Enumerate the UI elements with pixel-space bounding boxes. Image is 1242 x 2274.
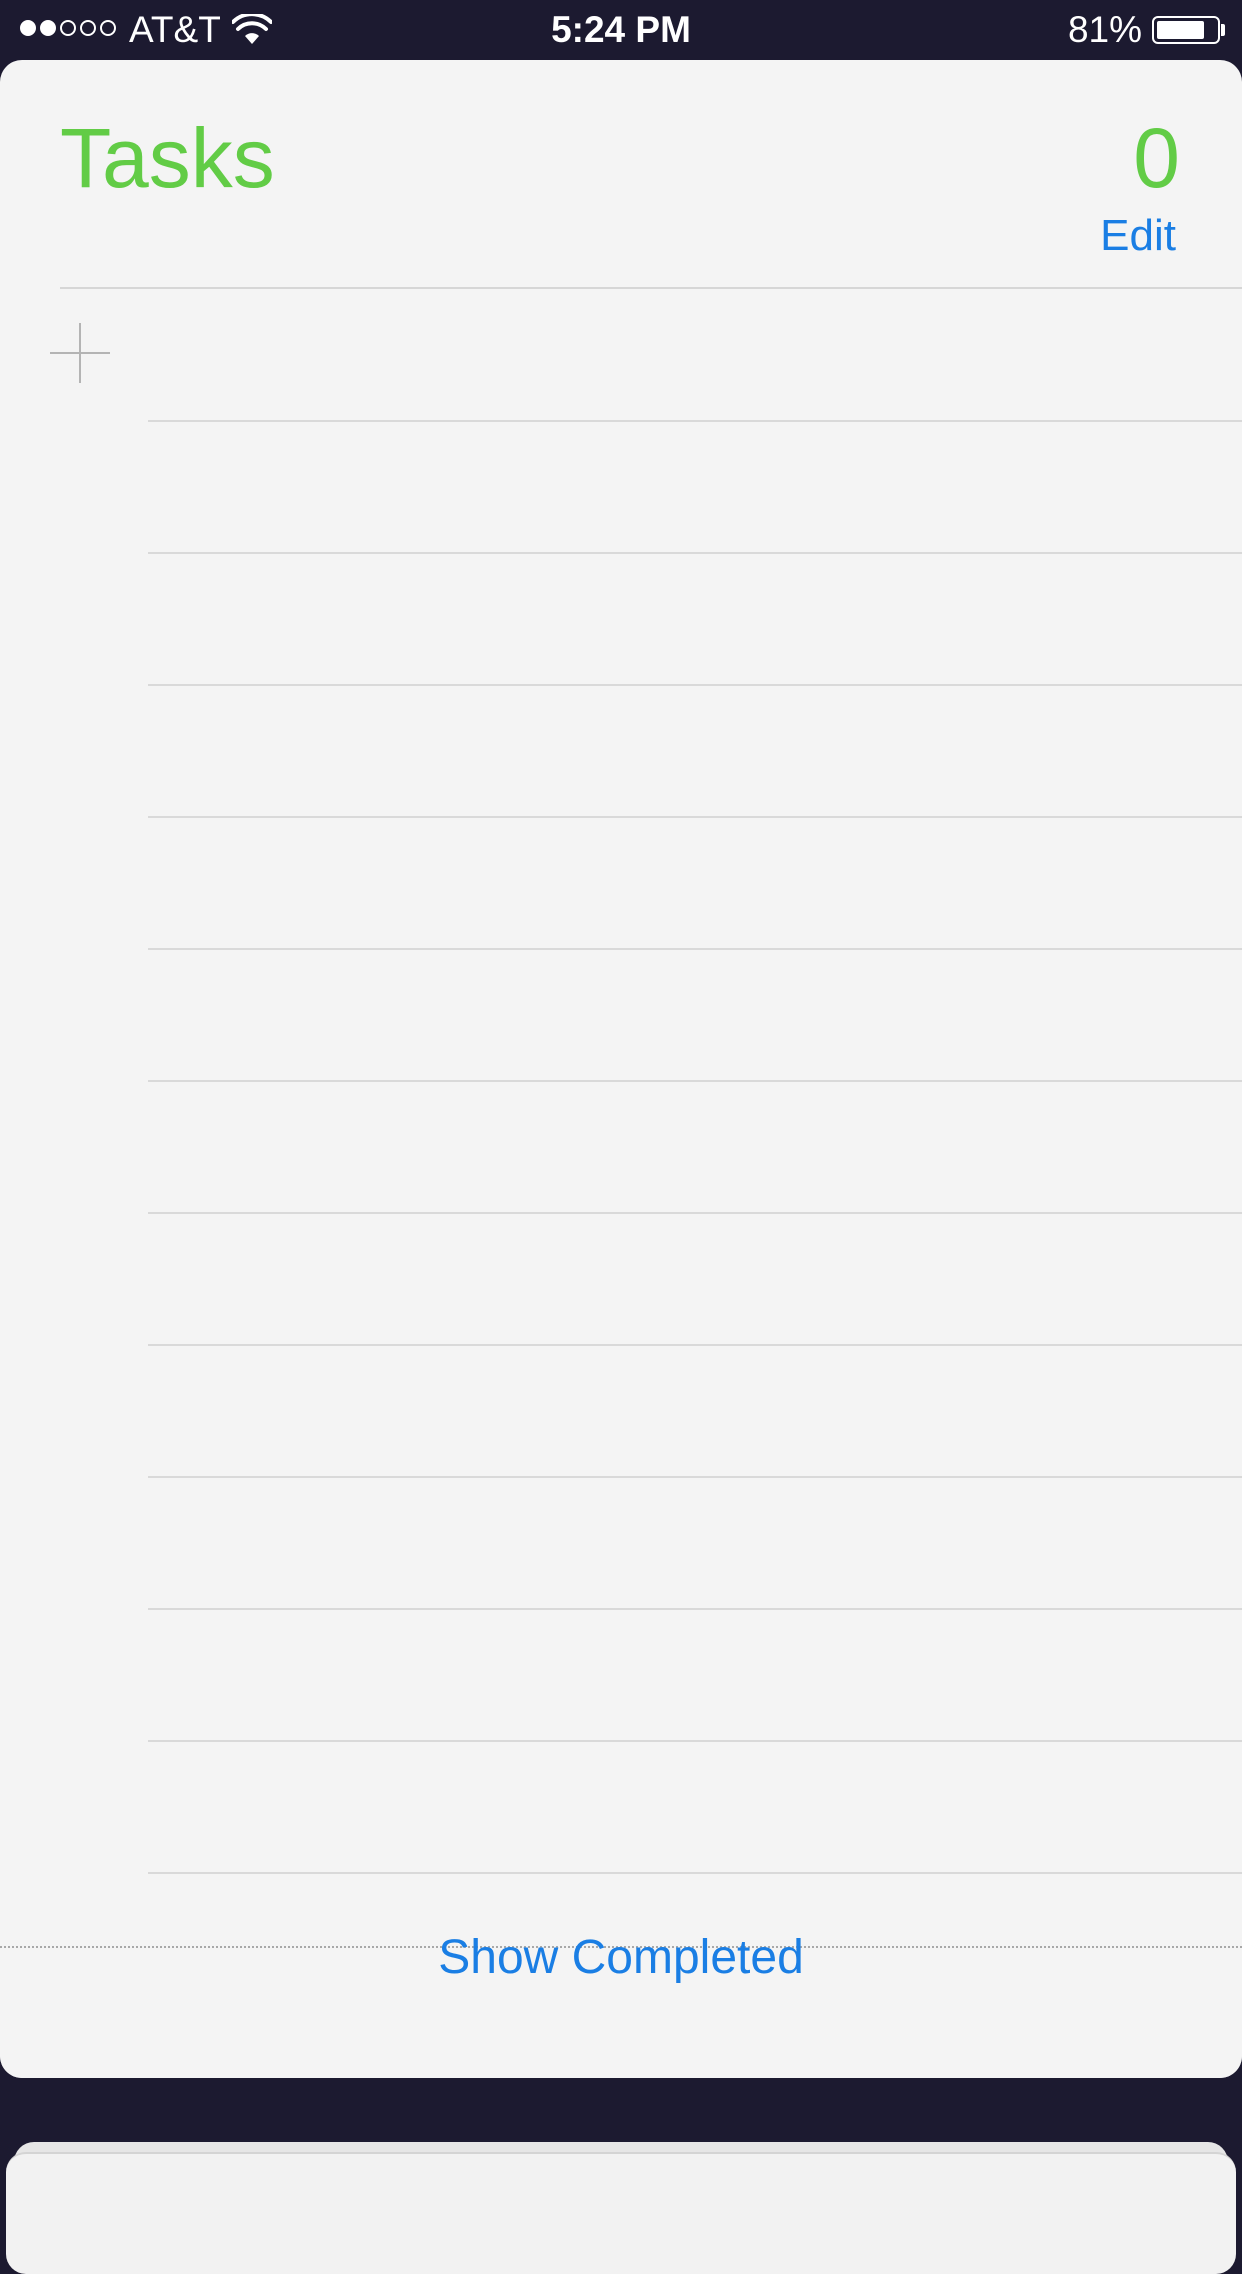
- task-row[interactable]: [148, 552, 1242, 684]
- task-list-card: Tasks 0 Edit: [0, 60, 1242, 2078]
- new-task-row[interactable]: [0, 289, 1242, 420]
- task-row[interactable]: [148, 1740, 1242, 1872]
- plus-icon[interactable]: [50, 323, 110, 383]
- task-row[interactable]: [148, 1212, 1242, 1344]
- battery-icon: [1152, 16, 1220, 44]
- battery-level-fill: [1157, 21, 1204, 39]
- task-rows: [148, 420, 1242, 2004]
- task-row[interactable]: [148, 816, 1242, 948]
- list-title: Tasks: [60, 111, 275, 205]
- task-row[interactable]: [148, 684, 1242, 816]
- show-completed-button[interactable]: Show Completed: [0, 1928, 1242, 1988]
- task-row[interactable]: [148, 1344, 1242, 1476]
- card-bottom-edge: [0, 2056, 1242, 2078]
- battery-percent: 81%: [1067, 9, 1142, 50]
- task-count: 0: [1133, 111, 1180, 205]
- next-list-card[interactable]: [6, 2152, 1236, 2274]
- task-row[interactable]: [148, 1608, 1242, 1740]
- status-time: 5:24 PM: [551, 9, 691, 50]
- edit-button[interactable]: Edit: [1100, 208, 1176, 264]
- status-bar: AT&T 5:24 PM 81%: [0, 0, 1242, 60]
- task-row[interactable]: [148, 420, 1242, 552]
- task-row[interactable]: [148, 948, 1242, 1080]
- task-row[interactable]: [148, 1080, 1242, 1212]
- battery-cap: [1221, 24, 1225, 36]
- task-row[interactable]: [148, 1476, 1242, 1608]
